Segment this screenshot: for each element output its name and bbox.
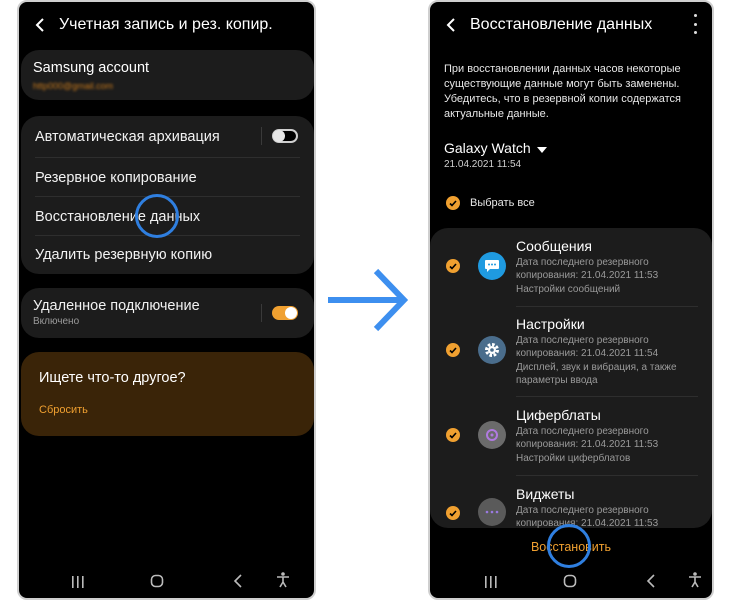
item-date: Дата последнего резервного копирования: … bbox=[516, 426, 659, 450]
item-checkbox[interactable] bbox=[446, 428, 460, 442]
list-item-watchfaces[interactable]: Циферблаты Дата последнего резервного ко… bbox=[430, 397, 712, 475]
remote-connection-card[interactable]: Удаленное подключение Включено bbox=[21, 288, 314, 338]
list-item-settings[interactable]: Настройки Дата последнего резервного коп… bbox=[430, 307, 712, 397]
navigation-bar bbox=[430, 568, 712, 598]
more-options-icon[interactable] bbox=[692, 14, 698, 34]
select-all-row[interactable]: Выбрать все bbox=[446, 196, 535, 210]
delete-backup-label: Удалить резервную копию bbox=[35, 247, 213, 263]
item-detail: Дисплей, звук и вибрация, а также параме… bbox=[516, 362, 677, 386]
select-all-checkbox[interactable] bbox=[446, 196, 460, 210]
restore-items-card: Сообщения Дата последнего резервного коп… bbox=[430, 228, 712, 528]
remote-toggle[interactable] bbox=[272, 306, 298, 320]
right-header: Восстановление данных bbox=[430, 2, 712, 48]
page-title: Восстановление данных bbox=[470, 16, 653, 33]
navigation-bar bbox=[19, 568, 314, 598]
back-button[interactable] bbox=[25, 10, 55, 40]
item-date: Дата последнего резервного копирования: … bbox=[516, 505, 659, 528]
checkmark-icon bbox=[449, 199, 457, 207]
samsung-account-card[interactable]: Samsung account http000@gmail.com bbox=[21, 50, 314, 100]
recent-apps-icon[interactable] bbox=[484, 576, 498, 588]
remote-label: Удаленное подключение bbox=[33, 298, 200, 314]
item-detail: Настройки циферблатов bbox=[516, 453, 631, 464]
device-selector[interactable]: Galaxy Watch 21.04.2021 11:54 bbox=[444, 140, 547, 170]
account-name: Samsung account bbox=[33, 60, 150, 76]
item-checkbox[interactable] bbox=[446, 506, 460, 520]
back-nav-icon[interactable] bbox=[646, 574, 656, 588]
tap-highlight-circle bbox=[547, 524, 591, 568]
item-title: Настройки bbox=[516, 316, 585, 332]
list-item-messages[interactable]: Сообщения Дата последнего резервного коп… bbox=[430, 228, 712, 306]
device-name: Galaxy Watch bbox=[444, 140, 531, 156]
account-email: http000@gmail.com bbox=[33, 81, 114, 91]
item-title: Сообщения bbox=[516, 238, 592, 254]
checkmark-icon bbox=[449, 431, 457, 439]
accessibility-icon[interactable] bbox=[276, 572, 290, 588]
item-title: Циферблаты bbox=[516, 407, 601, 423]
reset-link[interactable]: Сбросить bbox=[39, 404, 88, 416]
gear-icon bbox=[478, 336, 506, 364]
toggle-knob bbox=[285, 307, 297, 319]
back-button[interactable] bbox=[436, 10, 466, 40]
item-title: Виджеты bbox=[516, 486, 575, 502]
accessibility-icon[interactable] bbox=[688, 572, 702, 588]
back-arrow-icon bbox=[35, 18, 44, 32]
messages-icon bbox=[478, 252, 506, 280]
tap-highlight-circle bbox=[135, 194, 179, 238]
remote-status: Включено bbox=[33, 316, 80, 327]
checkmark-icon bbox=[449, 509, 457, 517]
left-header: Учетная запись и рез. копир. bbox=[19, 2, 314, 48]
device-date: 21.04.2021 11:54 bbox=[444, 159, 522, 170]
auto-backup-label: Автоматическая архивация bbox=[35, 129, 220, 145]
item-date: Дата последнего резервного копирования: … bbox=[516, 257, 659, 281]
backup-label: Резервное копирование bbox=[35, 170, 197, 186]
item-checkbox[interactable] bbox=[446, 259, 460, 273]
delete-backup-row[interactable]: Удалить резервную копию bbox=[21, 236, 314, 274]
backup-row[interactable]: Резервное копирование bbox=[21, 158, 314, 196]
page-title: Учетная запись и рез. копир. bbox=[59, 16, 273, 33]
divider bbox=[261, 127, 262, 145]
right-phone-screen: Восстановление данных При восстановлении… bbox=[428, 0, 714, 600]
checkmark-icon bbox=[449, 346, 457, 354]
toggle-knob bbox=[273, 130, 285, 142]
home-icon[interactable] bbox=[563, 574, 577, 588]
divider bbox=[261, 304, 262, 322]
recent-apps-icon[interactable] bbox=[71, 576, 85, 588]
widgets-icon bbox=[478, 498, 506, 526]
watchface-icon bbox=[478, 421, 506, 449]
item-detail: Настройки сообщений bbox=[516, 284, 621, 295]
list-item-widgets[interactable]: Виджеты Дата последнего резервного копир… bbox=[430, 476, 712, 528]
item-checkbox[interactable] bbox=[446, 343, 460, 357]
left-phone-screen: Учетная запись и рез. копир. Samsung acc… bbox=[17, 0, 316, 600]
back-nav-icon[interactable] bbox=[233, 574, 243, 588]
select-all-label: Выбрать все bbox=[470, 197, 535, 209]
auto-backup-row[interactable]: Автоматическая архивация bbox=[21, 116, 314, 156]
suggestion-title: Ищете что-то другое? bbox=[39, 370, 186, 386]
right-arrow-icon bbox=[328, 268, 408, 332]
home-icon[interactable] bbox=[150, 574, 164, 588]
dropdown-arrow-icon bbox=[536, 147, 547, 153]
auto-backup-toggle[interactable] bbox=[272, 129, 298, 143]
backup-card: Автоматическая архивация Резервное копир… bbox=[21, 116, 314, 274]
suggestion-card: Ищете что-то другое? Сбросить bbox=[21, 352, 314, 436]
checkmark-icon bbox=[449, 262, 457, 270]
item-date: Дата последнего резервного копирования: … bbox=[516, 335, 659, 359]
back-arrow-icon bbox=[446, 18, 455, 32]
restore-description: При восстановлении данных часов некоторы… bbox=[444, 63, 681, 120]
